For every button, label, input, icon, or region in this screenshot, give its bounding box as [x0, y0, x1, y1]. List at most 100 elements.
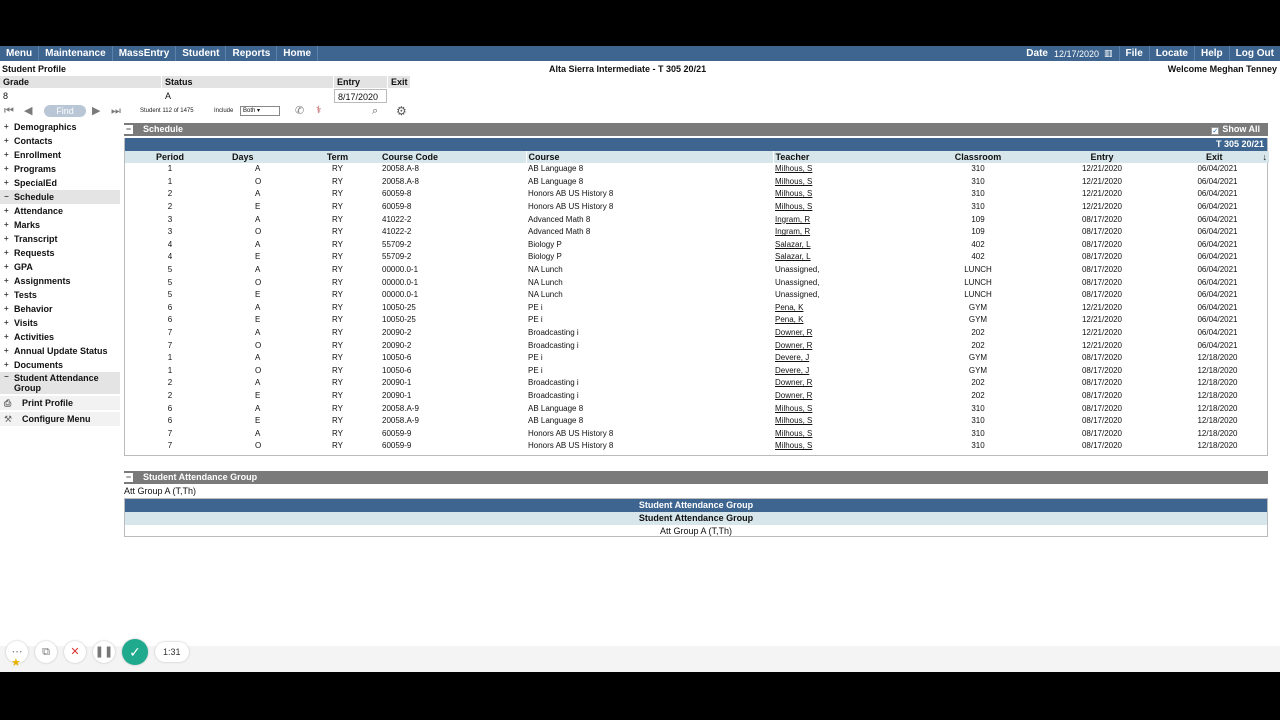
table-cell-teacher[interactable]: Milhous, S: [773, 188, 918, 201]
calendar-icon[interactable]: ▥: [1104, 48, 1119, 59]
medical-icon[interactable]: ⚕: [316, 104, 321, 118]
sidebar-item-activities[interactable]: + Activities: [0, 330, 120, 344]
table-row[interactable]: 2 E RY 20090-1 Broadcasting i Downer, R 202 08/…: [125, 390, 1269, 403]
table-row[interactable]: 1 O RY 10050-6 PE i Devere, J GYM 08/17/2020 12/…: [125, 365, 1269, 378]
nav-help[interactable]: Help: [1194, 46, 1229, 61]
nav-reports[interactable]: Reports: [226, 46, 278, 61]
nav-student[interactable]: Student: [176, 46, 227, 61]
table-cell-teacher[interactable]: Milhous, S: [773, 415, 918, 428]
table-cell-teacher[interactable]: Devere, J: [773, 365, 918, 378]
attendance-group-table-value[interactable]: Att Group A (T,Th): [125, 525, 1267, 537]
col-days[interactable]: Days: [215, 151, 295, 163]
phone-icon[interactable]: ✆: [295, 104, 304, 118]
table-row[interactable]: 3 O RY 41022-2 Advanced Math 8 Ingram, R 109 08…: [125, 226, 1269, 239]
sidebar-item-behavior[interactable]: + Behavior: [0, 302, 120, 316]
table-cell-teacher[interactable]: Downer, R: [773, 327, 918, 340]
table-row[interactable]: 2 E RY 60059-8 Honors AB US History 8 Milhous…: [125, 201, 1269, 214]
first-record-icon[interactable]: ⏮: [4, 104, 14, 118]
col-teacher[interactable]: Teacher: [772, 151, 918, 163]
table-cell-teacher[interactable]: Milhous, S: [773, 163, 918, 176]
table-row[interactable]: 2 A RY 60059-8 Honors AB US History 8 Milhous…: [125, 188, 1269, 201]
table-row[interactable]: 6 A RY 10050-25 PE i Pena, K GYM 12/21/2020 06/0…: [125, 302, 1269, 315]
sidebar-item-contacts[interactable]: + Contacts: [0, 134, 120, 148]
sort-arrow-icon[interactable]: ↓: [1263, 151, 1270, 163]
table-cell-teacher[interactable]: Downer, R: [773, 377, 918, 390]
table-row[interactable]: 7 A RY 60059-9 Honors AB US History 8 Milhous…: [125, 427, 1269, 440]
table-row[interactable]: 1 A RY 20058.A-8 AB Language 8 Milhous, S 310 1…: [125, 163, 1269, 176]
col-course-code[interactable]: Course Code: [380, 151, 526, 163]
sidebar-item-requests[interactable]: + Requests: [0, 246, 120, 260]
table-cell-teacher[interactable]: Downer, R: [773, 339, 918, 352]
sidebar-item-transcript[interactable]: + Transcript: [0, 232, 120, 246]
table-row[interactable]: 3 A RY 41022-2 Advanced Math 8 Ingram, R 109 08…: [125, 213, 1269, 226]
table-cell-teacher[interactable]: Milhous, S: [773, 176, 918, 189]
close-icon[interactable]: ✕: [64, 641, 86, 663]
last-record-icon[interactable]: ⏭: [111, 104, 121, 118]
sidebar-item-schedule[interactable]: − Schedule: [0, 190, 120, 204]
show-all-toggle[interactable]: ✓ Show All: [1211, 123, 1260, 136]
table-cell-teacher[interactable]: Milhous, S: [773, 427, 918, 440]
col-entry[interactable]: Entry: [1038, 151, 1166, 163]
checkbox-icon[interactable]: ✓: [1211, 127, 1220, 135]
prev-record-icon[interactable]: ◀: [24, 104, 32, 118]
table-cell-teacher[interactable]: Devere, J: [773, 352, 918, 365]
col-exit[interactable]: Exit ↓: [1166, 151, 1269, 163]
nav-home[interactable]: Home: [277, 46, 319, 61]
crop-icon[interactable]: ⧉: [35, 641, 57, 663]
collapse-icon[interactable]: −: [124, 473, 133, 482]
sidebar-item-programs[interactable]: + Programs: [0, 162, 120, 176]
table-cell-teacher[interactable]: Milhous, S: [773, 201, 918, 214]
configure-menu-button[interactable]: ⚒ Configure Menu: [0, 412, 120, 426]
table-row[interactable]: 2 A RY 20090-1 Broadcasting i Downer, R 202 08/…: [125, 377, 1269, 390]
sidebar-item-annual-update-status[interactable]: + Annual Update Status: [0, 344, 120, 358]
table-cell-teacher[interactable]: Pena, K: [773, 302, 918, 315]
table-cell-teacher[interactable]: Ingram, R: [773, 226, 918, 239]
pause-icon[interactable]: ❚❚: [93, 641, 115, 663]
table-cell-teacher[interactable]: Salazar, L: [773, 239, 918, 252]
gear-icon[interactable]: ⚙: [396, 104, 407, 118]
nav-locate[interactable]: Locate: [1148, 46, 1194, 61]
nav-menu[interactable]: Menu: [0, 46, 40, 61]
table-row[interactable]: 4 E RY 55709-2 Biology P Salazar, L 402 08/17/2…: [125, 251, 1269, 264]
table-row[interactable]: 7 A RY 20090-2 Broadcasting i Downer, R 202 12/…: [125, 327, 1269, 340]
table-cell-teacher[interactable]: Pena, K: [773, 314, 918, 327]
date-value[interactable]: 12/17/2020: [1054, 49, 1104, 59]
table-row[interactable]: 6 E RY 10050-25 PE i Pena, K GYM 12/21/2020 06/0…: [125, 314, 1269, 327]
table-row[interactable]: 1 A RY 10050-6 PE i Devere, J GYM 08/17/2020 12/…: [125, 352, 1269, 365]
sidebar-item-attendance[interactable]: + Attendance: [0, 204, 120, 218]
nav-maintenance[interactable]: Maintenance: [39, 46, 113, 61]
sidebar-item-visits[interactable]: + Visits: [0, 316, 120, 330]
sidebar-item-enrollment[interactable]: + Enrollment: [0, 148, 120, 162]
print-profile-button[interactable]: ⎙ Print Profile: [0, 396, 120, 410]
table-row[interactable]: 7 O RY 60059-9 Honors AB US History 8 Milhous…: [125, 440, 1269, 453]
search-icon[interactable]: ⌕: [372, 104, 378, 118]
sidebar-item-gpa[interactable]: + GPA: [0, 260, 120, 274]
sidebar-item-demographics[interactable]: + Demographics: [0, 120, 120, 134]
col-classroom[interactable]: Classroom: [918, 151, 1038, 163]
table-cell-teacher[interactable]: Milhous, S: [773, 440, 918, 453]
nav-file[interactable]: File: [1118, 46, 1149, 61]
table-row[interactable]: 5 A RY 00000.0-1 NA Lunch Unassigned, LUNCH 08/…: [125, 264, 1269, 277]
table-cell-teacher[interactable]: Downer, R: [773, 390, 918, 403]
table-row[interactable]: 6 A RY 20058.A-9 AB Language 8 Milhous, S 310 0…: [125, 402, 1269, 415]
col-course[interactable]: Course: [525, 151, 773, 163]
sidebar-item-student-attendance-group[interactable]: − Student Attendance Group: [0, 372, 120, 394]
table-row[interactable]: 1 O RY 20058.A-8 AB Language 8 Milhous, S 310 1…: [125, 176, 1269, 189]
table-row[interactable]: 6 E RY 20058.A-9 AB Language 8 Milhous, S 310 0…: [125, 415, 1269, 428]
sidebar-item-marks[interactable]: + Marks: [0, 218, 120, 232]
nav-massentry[interactable]: MassEntry: [113, 46, 177, 61]
table-row[interactable]: 7 O RY 20090-2 Broadcasting i Downer, R 202 12/…: [125, 339, 1269, 352]
find-button[interactable]: Find: [44, 105, 86, 117]
table-row[interactable]: 5 O RY 00000.0-1 NA Lunch Unassigned, LUNCH 08/…: [125, 276, 1269, 289]
sidebar-item-documents[interactable]: + Documents: [0, 358, 120, 372]
table-row[interactable]: 4 A RY 55709-2 Biology P Salazar, L 402 08/17/2…: [125, 239, 1269, 252]
star-icon[interactable]: ★: [11, 656, 21, 669]
include-select[interactable]: Both ▾: [240, 106, 280, 116]
table-cell-teacher[interactable]: Salazar, L: [773, 251, 918, 264]
next-record-icon[interactable]: ▶: [92, 104, 100, 118]
sidebar-item-specialed[interactable]: + SpecialEd: [0, 176, 120, 190]
collapse-icon[interactable]: −: [124, 125, 133, 134]
col-period[interactable]: Period: [125, 151, 215, 163]
col-term[interactable]: Term: [295, 151, 380, 163]
table-cell-teacher[interactable]: Milhous, S: [773, 402, 918, 415]
